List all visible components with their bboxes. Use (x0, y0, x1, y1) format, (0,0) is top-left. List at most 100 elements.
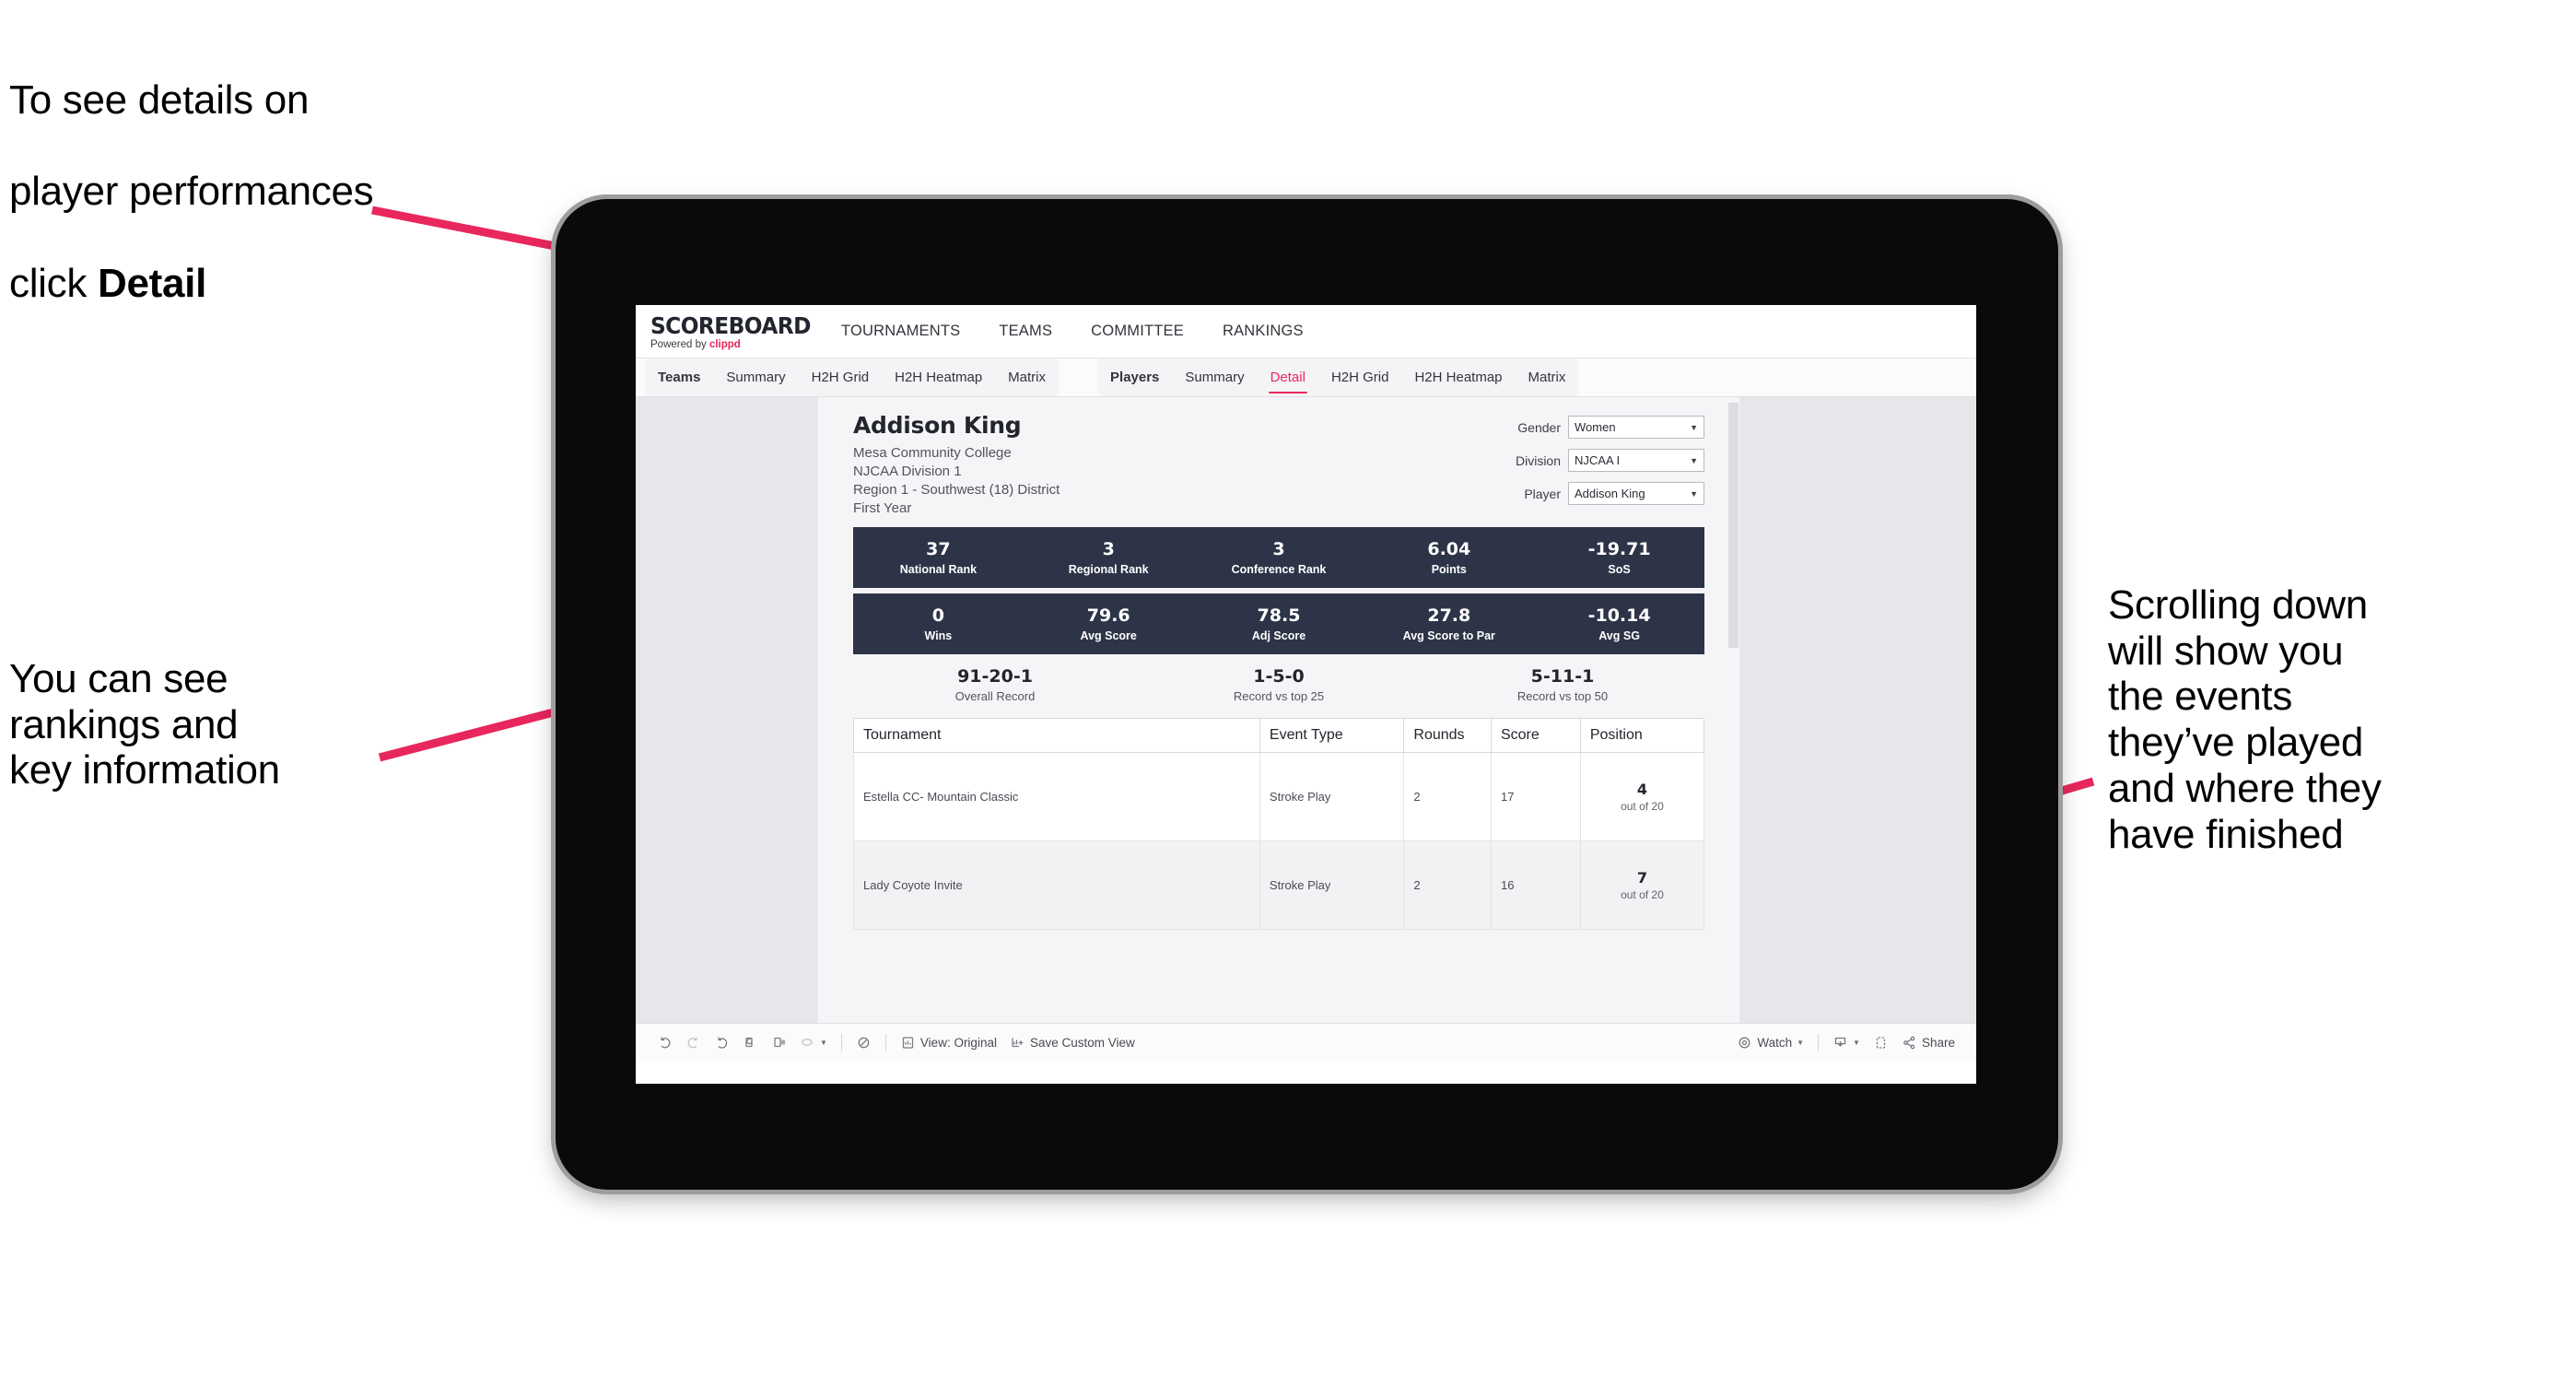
chevron-down-icon: ▼ (1797, 1039, 1805, 1047)
annotation-left: You can see rankings and key information (9, 656, 280, 793)
stat-avg-score: 79.6 Avg Score (1024, 605, 1194, 641)
cell-rounds: 2 (1403, 840, 1492, 931)
table-row[interactable]: Estella CC- Mountain Classic Stroke Play… (853, 752, 1705, 842)
app-logo[interactable]: SCOREBOARD Powered by clippd (650, 312, 811, 351)
save-custom-view-button[interactable]: Save Custom View (1003, 1035, 1142, 1051)
cell-tournament: Estella CC- Mountain Classic (853, 752, 1260, 842)
stat-conference-rank: 3 Conference Rank (1194, 538, 1364, 576)
chevron-down-icon: ▼ (820, 1039, 827, 1047)
chevron-down-icon: ▼ (1690, 422, 1698, 432)
table-row[interactable]: Lady Coyote Invite Stroke Play 2 16 7 ou… (853, 840, 1705, 931)
filter-gender-select[interactable]: Women ▼ (1568, 416, 1704, 439)
cell-position: 7 out of 20 (1579, 840, 1705, 931)
toolbar-separator (840, 1034, 842, 1051)
redo-button[interactable] (679, 1035, 708, 1051)
stat-value: 78.5 (1257, 605, 1301, 626)
visualization-body: Addison King Mesa Community College NJCA… (636, 397, 1976, 1023)
revert-button[interactable] (708, 1035, 736, 1051)
highlight-icon (800, 1035, 815, 1051)
save-custom-view-label: Save Custom View (1029, 1036, 1135, 1050)
column-header-position[interactable]: Position (1579, 718, 1705, 754)
chevron-down-icon: ▼ (1690, 488, 1698, 499)
stat-value: 37 (926, 538, 951, 559)
column-header-tournament[interactable]: Tournament (853, 718, 1260, 754)
tab-teams[interactable]: Teams (645, 358, 713, 396)
highlight-button[interactable]: ▼ (793, 1035, 834, 1051)
column-header-rounds[interactable]: Rounds (1403, 718, 1492, 754)
position-out-of: out of 20 (1621, 888, 1664, 902)
view-original-label: View: Original (919, 1036, 997, 1050)
refresh-icon (743, 1035, 758, 1051)
filter-division: Division NJCAA I ▼ (1516, 449, 1704, 472)
filter-gender-value: Women (1575, 420, 1616, 434)
stat-wins: 0 Wins (853, 605, 1024, 642)
position-out-of: out of 20 (1621, 800, 1664, 814)
pause-icon (771, 1035, 787, 1051)
stat-avg-sg: -10.14 Avg SG (1534, 605, 1704, 642)
stat-points: 6.04 Points (1364, 538, 1534, 576)
annotation-right: Scrolling down will show you the events … (2108, 582, 2382, 857)
cell-score: 16 (1490, 840, 1581, 931)
tab-players-matrix[interactable]: Matrix (1516, 358, 1579, 396)
view-original-button[interactable]: View: Original (894, 1035, 1003, 1051)
watch-button[interactable]: Watch ▼ (1730, 1035, 1810, 1051)
clear-sheet-button[interactable] (849, 1035, 878, 1051)
stat-label: Avg SG (1598, 628, 1640, 642)
stat-label: Wins (924, 628, 953, 642)
record-label: Overall Record (954, 689, 1036, 704)
tab-players-h2h-grid[interactable]: H2H Grid (1318, 358, 1402, 396)
player-name: Addison King (853, 412, 1022, 439)
filter-player: Player Addison King ▼ (1516, 482, 1704, 505)
nav-item-teams[interactable]: TEAMS (979, 313, 1071, 349)
table-header-row: Tournament Event Type Rounds Score Posit… (853, 718, 1705, 754)
player-year: First Year (853, 499, 912, 516)
stat-value: 0 (931, 605, 945, 626)
column-header-event-type[interactable]: Event Type (1259, 718, 1405, 754)
stat-value: 6.04 (1427, 538, 1471, 559)
annotation-line-2: player performances (9, 169, 374, 215)
record-vs-top-50: 5-11-1 Record vs top 50 (1421, 666, 1704, 703)
stat-value: 79.6 (1086, 605, 1130, 626)
tab-teams-h2h-heatmap[interactable]: H2H Heatmap (882, 358, 995, 396)
nav-item-committee[interactable]: COMMITTEE (1071, 313, 1203, 349)
tab-players[interactable]: Players (1097, 358, 1172, 396)
clear-sheet-icon (856, 1035, 872, 1051)
tab-group-teams: Teams Summary H2H Grid H2H Heatmap Matri… (645, 358, 1060, 396)
scrollbar-thumb[interactable] (1728, 403, 1739, 648)
filter-player-select[interactable]: Addison King ▼ (1568, 482, 1704, 505)
tab-teams-h2h-grid[interactable]: H2H Grid (799, 358, 883, 396)
share-button[interactable]: Share (1895, 1035, 1961, 1051)
watch-icon (1737, 1035, 1752, 1051)
vertical-scrollbar[interactable] (1727, 401, 1739, 1019)
stat-label: Conference Rank (1231, 562, 1327, 576)
nav-item-rankings[interactable]: RANKINGS (1203, 313, 1323, 349)
tab-group-players: Players Summary Detail H2H Grid H2H Heat… (1097, 358, 1579, 396)
device-preview-button[interactable] (1867, 1035, 1895, 1051)
filter-division-select[interactable]: NJCAA I ▼ (1568, 449, 1704, 472)
tab-teams-summary[interactable]: Summary (713, 358, 798, 396)
stat-label: Points (1431, 562, 1467, 576)
tab-players-summary[interactable]: Summary (1172, 358, 1257, 396)
annotation-line-3-prefix: click (9, 260, 98, 306)
player-detail-sheet: Addison King Mesa Community College NJCA… (818, 397, 1739, 1023)
position-number: 7 (1636, 869, 1647, 887)
stat-regional-rank: 3 Regional Rank (1024, 539, 1194, 576)
cell-score: 17 (1490, 752, 1581, 842)
logo-brand: clippd (708, 338, 741, 350)
stat-label: Regional Rank (1068, 562, 1149, 576)
tab-teams-matrix[interactable]: Matrix (995, 358, 1059, 396)
column-header-score[interactable]: Score (1490, 718, 1581, 754)
pause-button[interactable] (765, 1035, 793, 1051)
tab-players-h2h-heatmap[interactable]: H2H Heatmap (1401, 358, 1515, 396)
tab-players-detail[interactable]: Detail (1258, 358, 1318, 396)
chevron-down-icon: ▼ (1853, 1039, 1860, 1047)
download-button[interactable]: ▼ (1826, 1035, 1867, 1051)
filter-division-value: NJCAA I (1575, 453, 1621, 467)
nav-item-tournaments[interactable]: TOURNAMENTS (822, 313, 979, 349)
refresh-button[interactable] (736, 1035, 765, 1051)
stat-value: 3 (1272, 538, 1285, 559)
player-region: Region 1 - Southwest (18) District (853, 481, 1060, 498)
tab-strip: Teams Summary H2H Grid H2H Heatmap Matri… (636, 358, 1976, 397)
app-header: SCOREBOARD Powered by clippd TOURNAMENTS… (636, 305, 1976, 358)
undo-button[interactable] (650, 1035, 679, 1051)
